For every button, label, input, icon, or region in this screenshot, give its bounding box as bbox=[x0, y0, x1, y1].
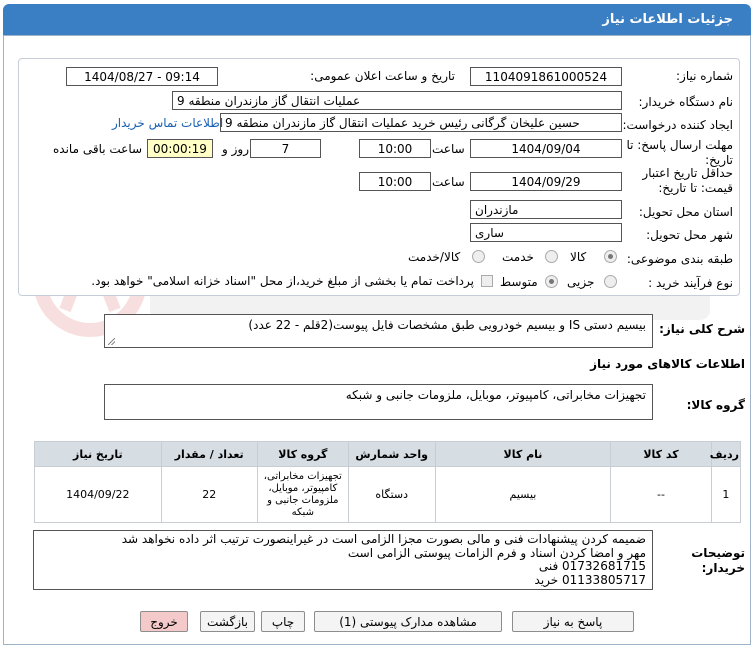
city-label: شهر محل تحویل: bbox=[646, 228, 733, 242]
validity-date-field: 1404/09/29 bbox=[470, 172, 622, 191]
validity-time-label: ساعت bbox=[432, 175, 465, 189]
buyer-notes-label: توضیحات bbox=[691, 546, 745, 560]
cell-row-no: 1 bbox=[710, 466, 742, 523]
need-number-field: 1104091861000524 bbox=[470, 67, 622, 86]
process-option-minor: جزیی bbox=[567, 275, 595, 289]
buyer-contact-link[interactable]: اطلاعات تماس خریدار bbox=[112, 116, 223, 130]
creator-field: حسین علیخان گرگانی رئیس خرید عملیات انتق… bbox=[220, 113, 622, 132]
page-header: جزئیات اطلاعات نیاز bbox=[3, 4, 751, 35]
reply-deadline-label: مهلت ارسال پاسخ: تا bbox=[626, 138, 733, 152]
days-label: روز و bbox=[222, 142, 249, 156]
buyer-note-line: ضمیمه کردن پیشنهادات فنی و مالی بصورت مج… bbox=[121, 532, 646, 546]
reply-date-field: 1404/09/04 bbox=[470, 139, 622, 158]
creator-label: ایجاد کننده درخواست: bbox=[622, 118, 733, 132]
process-label: نوع فرآیند خرید : bbox=[648, 276, 733, 290]
table-row: 1 -- بیسیم دستگاه تجهیزات مخابراتی، کامپ… bbox=[34, 466, 742, 523]
remaining-time-label: ساعت باقی مانده bbox=[53, 142, 143, 156]
goods-section-title: اطلاعات کالاهای مورد نیاز bbox=[590, 357, 745, 371]
process-radio-minor[interactable] bbox=[604, 275, 617, 288]
goods-group-field: تجهیزات مخابراتی، کامپیوتر، موبایل، ملزو… bbox=[104, 384, 653, 420]
description-text: بیسیم دستی IS و بیسیم خودرویی طبق مشخصات… bbox=[248, 318, 646, 332]
exit-button[interactable]: خروج bbox=[140, 611, 188, 632]
cell-qty: 22 bbox=[160, 466, 258, 523]
cell-name: بیسیم bbox=[434, 466, 612, 523]
description-label: شرح کلی نیاز: bbox=[659, 322, 745, 336]
buyer-note-line: 01133805717 خرید bbox=[534, 572, 646, 587]
buyer-note-line: مهر و امضا کردن اسناد و فرم الزامات پیوس… bbox=[347, 545, 646, 560]
back-button[interactable]: بازگشت bbox=[200, 611, 255, 632]
cell-date: 1404/09/22 bbox=[34, 466, 162, 523]
buyer-notes-label-2: خریدار: bbox=[701, 561, 745, 575]
cell-code: -- bbox=[610, 466, 712, 523]
col-header-group: گروه کالا bbox=[256, 441, 349, 467]
announce-field: 1404/08/27 - 09:14 bbox=[66, 67, 218, 86]
buyer-notes-textarea: ضمیمه کردن پیشنهادات فنی و مالی بصورت مج… bbox=[33, 530, 653, 590]
reply-time-field: 10:00 bbox=[359, 139, 431, 158]
province-label: استان محل تحویل: bbox=[638, 205, 733, 219]
category-radio-goods-service[interactable] bbox=[472, 250, 485, 263]
category-label: طبقه بندی موضوعی: bbox=[626, 252, 733, 266]
table-header-row: ردیف کد کالا نام کالا واحد شمارش گروه کا… bbox=[34, 441, 742, 467]
goods-group-label: گروه کالا: bbox=[686, 398, 745, 412]
description-textarea[interactable]: بیسیم دستی IS و بیسیم خودرویی طبق مشخصات… bbox=[104, 314, 653, 348]
page-title: جزئیات اطلاعات نیاز bbox=[602, 12, 733, 27]
category-option-goods: کالا bbox=[570, 250, 587, 264]
category-radio-service[interactable] bbox=[545, 250, 558, 263]
attachments-button[interactable]: مشاهده مدارک پیوستی (1) bbox=[314, 611, 502, 632]
reply-deadline-label-2: تاریخ: bbox=[705, 153, 733, 167]
col-header-code: کد کالا bbox=[610, 441, 712, 467]
category-option-goods-service: کالا/خدمت bbox=[408, 250, 461, 264]
resize-grip-icon[interactable] bbox=[108, 338, 115, 345]
province-field: مازندران bbox=[470, 200, 622, 219]
category-radio-goods[interactable] bbox=[604, 250, 617, 263]
items-table: ردیف کد کالا نام کالا واحد شمارش گروه کا… bbox=[34, 441, 742, 523]
cell-group: تجهیزات مخابراتی، کامپیوتر، موبایل، ملزو… bbox=[256, 466, 349, 523]
process-option-medium: متوسط bbox=[500, 275, 538, 289]
category-option-service: خدمت bbox=[502, 250, 534, 264]
treasury-checkbox[interactable] bbox=[481, 275, 493, 287]
remaining-time-field: 00:00:19 bbox=[147, 139, 213, 158]
goods-group-text: تجهیزات مخابراتی، کامپیوتر، موبایل، ملزو… bbox=[345, 388, 646, 402]
payment-note: پرداخت تمام یا بخشی از مبلغ خرید،از محل … bbox=[91, 274, 474, 288]
reply-button[interactable]: پاسخ به نیاز bbox=[512, 611, 634, 632]
buyer-note-line: 01732681715 فنی bbox=[538, 559, 646, 573]
buyer-org-label: نام دستگاه خریدار: bbox=[638, 95, 734, 109]
validity-time-field: 10:00 bbox=[359, 172, 431, 191]
city-field: ساری bbox=[470, 223, 622, 242]
col-header-row-no: ردیف bbox=[710, 441, 742, 467]
cell-unit: دستگاه bbox=[347, 466, 436, 523]
days-field: 7 bbox=[250, 139, 321, 158]
col-header-name: نام کالا bbox=[434, 441, 612, 467]
announce-label: تاریخ و ساعت اعلان عمومی: bbox=[310, 69, 455, 83]
validity-label: حداقل تاریخ اعتبار bbox=[642, 166, 733, 180]
process-radio-medium[interactable] bbox=[545, 275, 558, 288]
validity-label-2: قیمت: تا تاریخ: bbox=[658, 181, 733, 195]
col-header-unit: واحد شمارش bbox=[347, 441, 436, 467]
need-number-label: شماره نیاز: bbox=[676, 69, 733, 83]
col-header-qty: تعداد / مقدار bbox=[160, 441, 258, 467]
buyer-org-field: عملیات انتقال گاز مازندران منطقه 9 bbox=[172, 91, 622, 110]
reply-time-label: ساعت bbox=[432, 142, 465, 156]
col-header-date: تاریخ نیاز bbox=[34, 441, 162, 467]
print-button[interactable]: چاپ bbox=[261, 611, 305, 632]
